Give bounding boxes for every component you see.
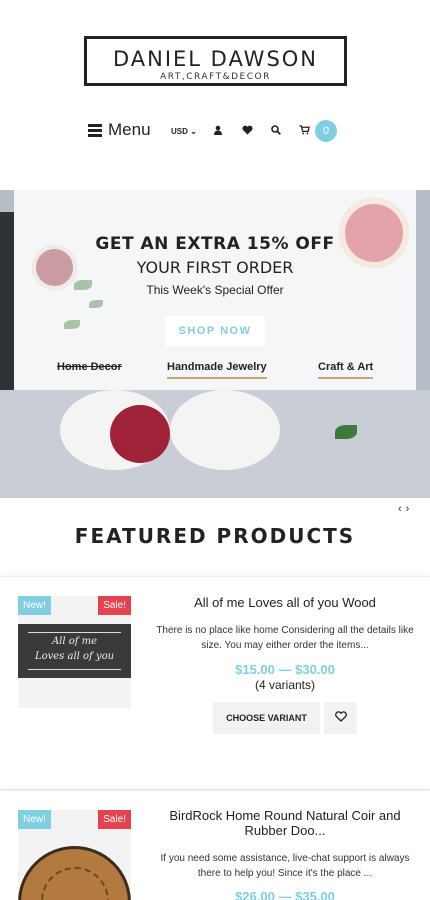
product-card: New! Sale! BirdRock Home Round Natural C…: [0, 790, 430, 900]
menu-label: Menu: [108, 120, 151, 139]
product-image[interactable]: All of me Loves all of you New! Sale!: [18, 596, 131, 708]
sale-badge: Sale!: [98, 596, 131, 615]
top-nav: Menu USD ⌄ 0: [0, 118, 430, 148]
hero-headline: GET AN EXTRA 15% OFF: [95, 234, 335, 254]
cart-icon[interactable]: [299, 125, 310, 138]
new-badge: New!: [18, 596, 51, 615]
hero-subheadline: YOUR FIRST ORDER: [136, 258, 294, 277]
product-description: There is no place like home Considering …: [156, 625, 414, 651]
product-title[interactable]: BirdRock Home Round Natural Coir and Rub…: [150, 808, 420, 838]
category-link-craft-art[interactable]: Craft & Art: [318, 361, 374, 379]
arrow-decoration: [28, 669, 121, 670]
product-card: All of me Loves all of you New! Sale! Al…: [0, 576, 430, 756]
hero-banner: GET AN EXTRA 15% OFF YOUR FIRST ORDER Th…: [0, 190, 430, 498]
product-variants: (4 variants): [254, 678, 316, 692]
leaf-image: [335, 425, 357, 439]
hero-image-bottom: [0, 390, 430, 498]
brand-logo[interactable]: DANIEL DAWSON ART,CRAFT&DECOR: [84, 36, 347, 86]
plate-image: [170, 390, 280, 470]
product-description: If you need some assistance, live-chat s…: [160, 853, 410, 879]
card-separator: [0, 756, 430, 790]
product-price: $15.00 — $30.00: [235, 662, 335, 677]
pie-image: [110, 405, 170, 463]
slider-controls: ‹›: [398, 503, 413, 515]
menu-button[interactable]: Menu: [88, 120, 151, 140]
category-link-handmade-jewelry[interactable]: Handmade Jewelry: [167, 361, 267, 379]
heart-outline-icon: [334, 710, 347, 725]
currency-selector[interactable]: USD ⌄: [171, 127, 197, 136]
chevron-down-icon: ⌄: [187, 127, 197, 136]
sign-text-line: Loves all of you: [34, 651, 115, 662]
chevron-right-icon[interactable]: ›: [406, 503, 414, 515]
user-icon[interactable]: [213, 125, 223, 138]
new-badge: New!: [18, 810, 51, 829]
brand-name: DANIEL DAWSON: [112, 47, 319, 71]
search-icon[interactable]: [271, 125, 281, 138]
wishlist-button[interactable]: [324, 702, 357, 734]
chevron-left-icon[interactable]: ‹: [398, 503, 406, 515]
hero-offer-text: This Week's Special Offer: [146, 283, 284, 297]
shop-now-button[interactable]: SHOP NOW: [165, 316, 265, 346]
section-title: FEATURED PRODUCTS: [74, 524, 356, 548]
hamburger-icon: [88, 124, 102, 137]
arrow-decoration: [28, 632, 121, 633]
product-price: $26.00 — $35.00: [235, 889, 335, 900]
heart-icon[interactable]: [242, 125, 253, 138]
doormat-image: [18, 846, 131, 900]
sign-text-line: All of me: [51, 636, 98, 647]
category-link-home-decor[interactable]: Home Decor: [57, 361, 122, 373]
brand-tagline: ART,CRAFT&DECOR: [160, 72, 271, 82]
product-image[interactable]: New! Sale!: [18, 810, 131, 900]
sale-badge: Sale!: [98, 810, 131, 829]
product-title[interactable]: All of me Loves all of you Wood: [150, 595, 420, 610]
wood-sign-image: All of me Loves all of you: [18, 624, 131, 678]
cart-count-badge[interactable]: 0: [315, 120, 337, 142]
currency-label: USD: [171, 127, 188, 136]
choose-variant-button[interactable]: CHOOSE VARIANT: [213, 702, 320, 734]
